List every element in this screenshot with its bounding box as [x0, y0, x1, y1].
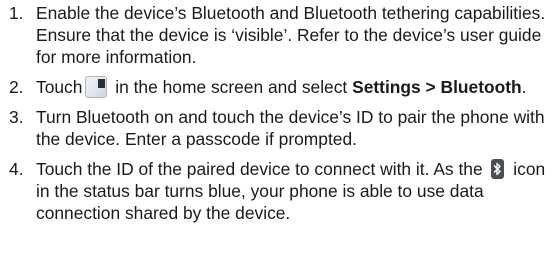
bluetooth-icon: [491, 159, 505, 179]
step-text: Touch: [36, 77, 83, 97]
apps-grid-icon: [85, 76, 108, 98]
step-text: Turn Bluetooth on and touch the device’s…: [36, 107, 545, 149]
step-number: 2.: [9, 77, 24, 97]
step-number: 1.: [9, 3, 24, 23]
step-number: 3.: [9, 107, 24, 127]
step-4: 4. Touch the ID of the paired device to …: [0, 158, 554, 224]
step-text: Touch the ID of the paired device to con…: [36, 159, 483, 179]
step-text: .: [521, 77, 527, 97]
step-1: 1. Enable the device’s Bluetooth and Blu…: [0, 2, 554, 68]
step-3: 3. Turn Bluetooth on and touch the devic…: [0, 106, 554, 150]
step-2: 2. Touch in the home screen and select S…: [0, 76, 554, 98]
step-number: 4.: [9, 159, 24, 179]
settings-path: Settings > Bluetooth: [352, 77, 522, 97]
step-text: in the home screen and select: [110, 77, 353, 97]
instruction-steps: 1. Enable the device’s Bluetooth and Blu…: [0, 0, 554, 224]
step-text: Enable the device’s Bluetooth and Blueto…: [36, 3, 546, 67]
